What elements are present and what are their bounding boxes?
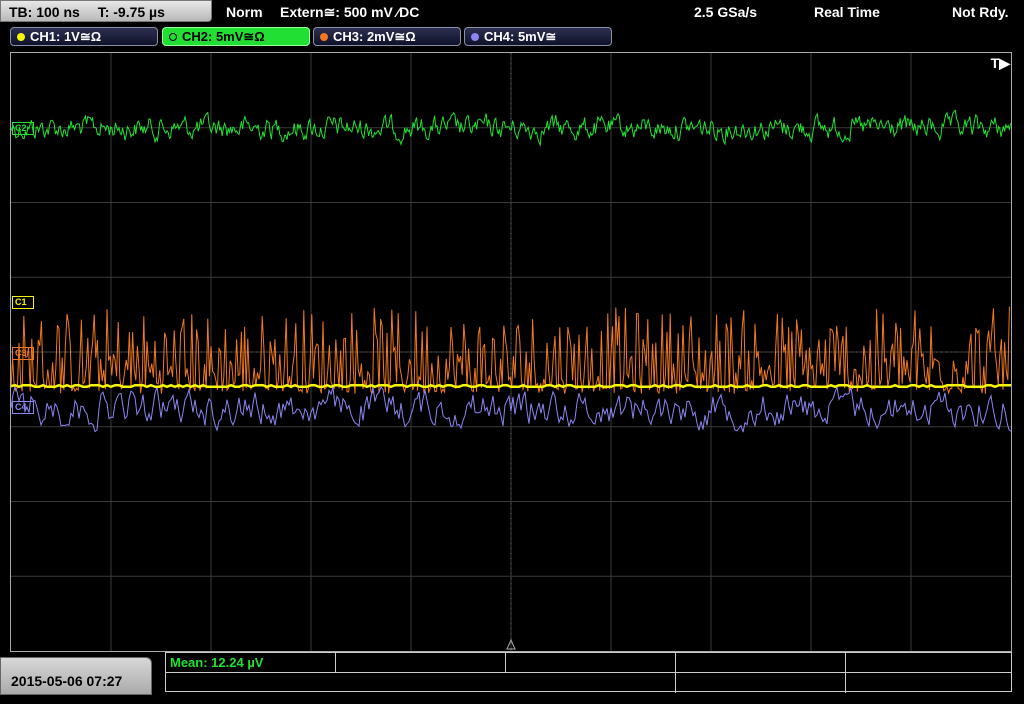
measurement-cell-3[interactable] bbox=[506, 653, 676, 673]
channel-2-offset-marker[interactable]: C2 bbox=[12, 122, 34, 135]
channel-1-label: CH1: 1V≅Ω bbox=[30, 29, 102, 44]
channel-2-label: CH2: 5mV≅Ω bbox=[182, 29, 265, 44]
measurement-cell-5[interactable] bbox=[506, 673, 676, 693]
channel-bar: CH1: 1V≅Ω CH2: 5mV≅Ω CH3: 2mV≅Ω CH4: 5mV… bbox=[0, 25, 1024, 47]
channel-3-trace bbox=[11, 306, 1010, 395]
channel-2-button[interactable]: CH2: 5mV≅Ω bbox=[162, 27, 310, 46]
acquisition-status: Not Rdy. bbox=[952, 4, 1009, 20]
acquisition-mode: Real Time bbox=[814, 4, 880, 20]
channel-3-button[interactable]: CH3: 2mV≅Ω bbox=[313, 27, 461, 46]
timebase-panel[interactable]: TB: 100 ns T: -9.75 µs bbox=[0, 0, 212, 22]
waveform-canvas bbox=[11, 53, 1011, 651]
channel-1-dot-icon bbox=[17, 33, 25, 41]
channel-4-dot-icon bbox=[471, 33, 479, 41]
channel-3-offset-marker[interactable]: C3 bbox=[12, 347, 34, 360]
sample-rate: 2.5 GSa/s bbox=[694, 4, 758, 20]
measurement-cell-4[interactable] bbox=[676, 653, 846, 673]
trigger-time-label: T: -9.75 µs bbox=[97, 4, 165, 20]
status-bar: TB: 100 ns T: -9.75 µs Norm Extern≅: 500… bbox=[0, 0, 1024, 24]
measurement-panel[interactable]: Mean: 12.24 µV bbox=[165, 652, 1012, 693]
waveform-display[interactable] bbox=[10, 52, 1012, 652]
timebase-label: TB: 100 ns bbox=[9, 4, 80, 20]
measurement-cell-6[interactable] bbox=[676, 673, 846, 693]
date-time-display: 2015-05-06 07:27 bbox=[0, 657, 152, 695]
trigger-mode[interactable]: Norm bbox=[226, 0, 263, 24]
channel-3-label: CH3: 2mV≅Ω bbox=[333, 29, 416, 44]
channel-1-button[interactable]: CH1: 1V≅Ω bbox=[10, 27, 158, 46]
channel-1-offset-marker[interactable]: C1 bbox=[12, 296, 34, 309]
channel-4-offset-marker[interactable]: C4 bbox=[12, 401, 34, 414]
channel-3-dot-icon bbox=[320, 33, 328, 41]
channel-2-dot-icon bbox=[169, 33, 177, 41]
trigger-position-marker: T▶ bbox=[990, 55, 1010, 71]
measurement-cell-1[interactable]: Mean: 12.24 µV bbox=[166, 653, 336, 673]
trigger-source[interactable]: Extern≅: 500 mV ⁄DC bbox=[280, 0, 419, 24]
channel-4-label: CH4: 5mV≅ bbox=[484, 29, 557, 44]
measurement-cell-2[interactable] bbox=[336, 653, 506, 673]
channel-4-button[interactable]: CH4: 5mV≅ bbox=[464, 27, 612, 46]
mean-measurement: Mean: 12.24 µV bbox=[170, 655, 264, 670]
